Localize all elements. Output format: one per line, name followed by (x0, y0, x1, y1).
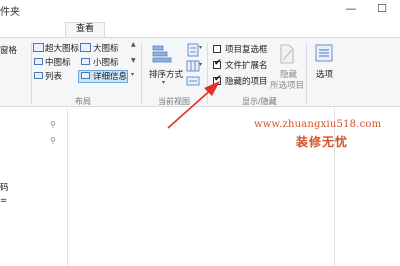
watermark-url: www.zhuangxiu518.com (254, 119, 382, 130)
watermark-name: 装修无忧 (296, 135, 349, 149)
